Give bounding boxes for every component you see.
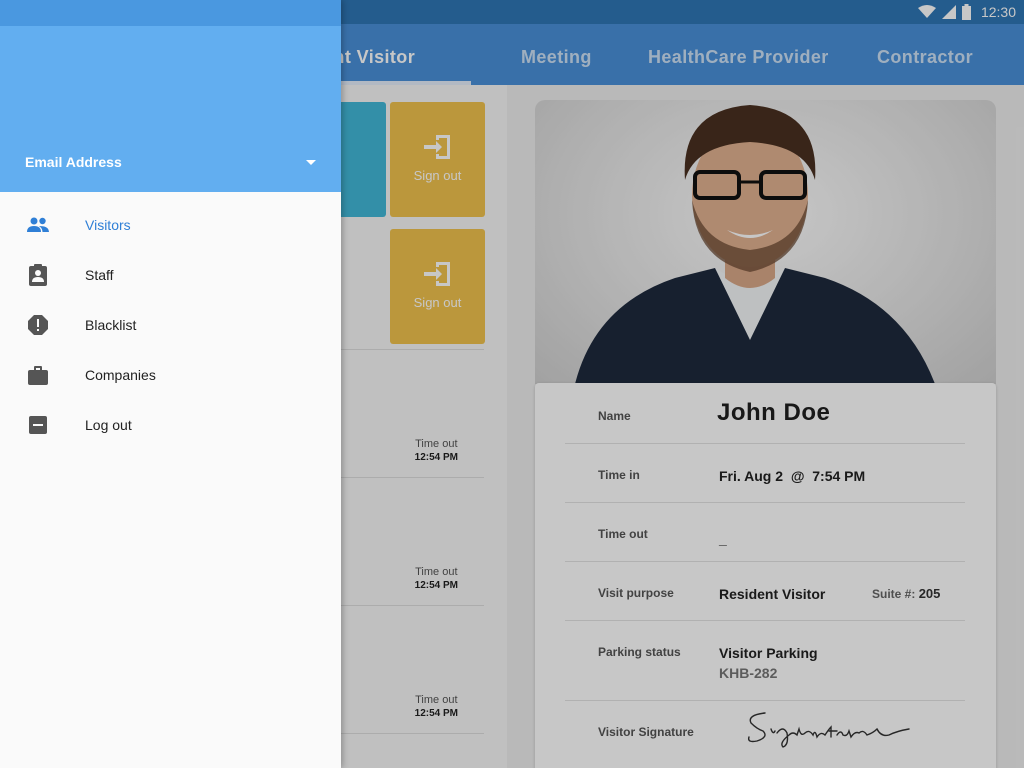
app-screen: 12:30 Resident Visitor Meeting HealthCar… bbox=[0, 0, 1024, 768]
nav-label: Visitors bbox=[85, 217, 131, 233]
people-icon bbox=[27, 217, 49, 232]
drawer-status-strip bbox=[0, 0, 341, 26]
navigation-drawer: Email Address Visitors Staff Blacklist C… bbox=[0, 0, 341, 768]
nav-item-logout[interactable]: Log out bbox=[0, 400, 341, 450]
nav-label: Staff bbox=[85, 267, 114, 283]
nav-label: Companies bbox=[85, 367, 156, 383]
account-email[interactable]: Email Address bbox=[25, 154, 122, 170]
nav-item-staff[interactable]: Staff bbox=[0, 250, 341, 300]
nav-item-visitors[interactable]: Visitors bbox=[0, 200, 341, 250]
drawer-header: Email Address bbox=[0, 26, 341, 192]
account-dropdown-icon[interactable] bbox=[306, 160, 316, 165]
alert-octagon-icon bbox=[28, 315, 48, 335]
badge-icon bbox=[29, 264, 47, 286]
nav-item-blacklist[interactable]: Blacklist bbox=[0, 300, 341, 350]
nav-label: Log out bbox=[85, 417, 132, 433]
briefcase-icon bbox=[28, 366, 48, 385]
drawer-nav-list: Visitors Staff Blacklist Companies Log o… bbox=[0, 200, 341, 450]
nav-item-companies[interactable]: Companies bbox=[0, 350, 341, 400]
nav-label: Blacklist bbox=[85, 317, 137, 333]
minus-box-icon bbox=[29, 416, 47, 434]
